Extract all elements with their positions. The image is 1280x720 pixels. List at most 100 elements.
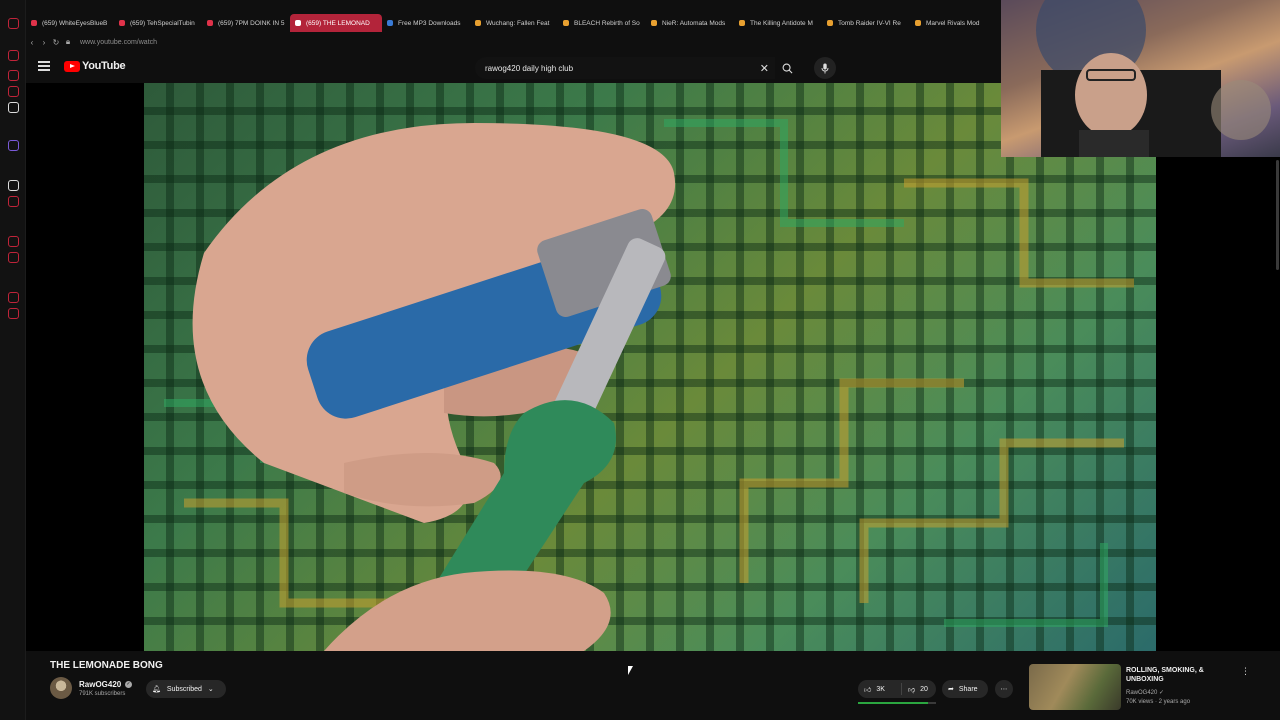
tab-favicon-icon bbox=[387, 20, 393, 26]
subscribed-label: Subscribed bbox=[166, 685, 202, 693]
tab-favicon-icon bbox=[563, 20, 569, 26]
search-query[interactable]: rawog420 daily high club bbox=[485, 64, 573, 73]
thumbs-up-icon: 👍︎ bbox=[864, 686, 872, 694]
browser-sidebar bbox=[0, 0, 26, 720]
tab-favicon-icon bbox=[295, 20, 301, 26]
tab-label: Marvel Rivals Mod bbox=[926, 19, 980, 27]
tab-label: BLEACH Rebirth of So bbox=[574, 19, 640, 27]
tab-label: Tomb Raider IV-VI Re bbox=[838, 19, 901, 27]
browser-tab[interactable]: (659) WhiteEyesBlueB bbox=[26, 14, 114, 32]
recommended-channel[interactable]: RawOG420 ✓ bbox=[1126, 689, 1164, 696]
lock-icon: 🔒︎ bbox=[65, 37, 71, 46]
browser-tab[interactable]: NieR: Automata Mods bbox=[646, 14, 734, 32]
search-input[interactable]: rawog420 daily high club ✕ bbox=[475, 57, 775, 79]
recommended-title[interactable]: ROLLING, SMOKING, & UNBOXING bbox=[1126, 666, 1236, 684]
clear-search-icon[interactable]: ✕ bbox=[760, 62, 769, 75]
recommended-video[interactable]: ROLLING, SMOKING, & UNBOXING RawOG420 ✓ … bbox=[1029, 664, 1279, 710]
browser-tab[interactable]: Tomb Raider IV-VI Re bbox=[822, 14, 910, 32]
tab-active[interactable]: (659) THE LEMONAD bbox=[290, 14, 382, 32]
sidebar-app-icon[interactable] bbox=[8, 86, 19, 97]
browser-tab[interactable]: The Killing Antidote M bbox=[734, 14, 822, 32]
like-count: 3K bbox=[876, 685, 885, 693]
dislike-button[interactable]: 👎︎ 20 bbox=[902, 685, 928, 694]
subscriber-count: 791K subscribers bbox=[79, 691, 126, 697]
share-button[interactable]: ➦ Share bbox=[942, 680, 988, 698]
browser-tab[interactable]: (659) 7PM DOINK IN 5 bbox=[202, 14, 290, 32]
address-bar[interactable]: ‹ › ↻ 🔒︎ www.youtube.com/watch bbox=[26, 34, 1002, 50]
share-label: Share bbox=[958, 685, 978, 693]
webcam-image bbox=[1036, 0, 1271, 157]
share-icon: ➦ bbox=[948, 686, 954, 693]
tab-favicon-icon bbox=[651, 20, 657, 26]
tab-label: (659) 7PM DOINK IN 5 bbox=[218, 19, 285, 27]
channel-name[interactable]: RawOG420 bbox=[79, 680, 121, 689]
forward-icon[interactable]: › bbox=[38, 38, 50, 47]
tab-label: (659) WhiteEyesBlueB bbox=[42, 19, 108, 27]
like-button[interactable]: 👍︎ 3K bbox=[858, 683, 902, 695]
more-actions-button[interactable]: ⋯ bbox=[995, 680, 1013, 698]
voice-search-button[interactable] bbox=[814, 57, 836, 79]
channel-avatar[interactable] bbox=[50, 677, 72, 699]
sidebar-app-icon[interactable] bbox=[8, 236, 19, 247]
subscribed-button[interactable]: 🔔︎ Subscribed ⌄ bbox=[146, 680, 226, 698]
sidebar-app-icon[interactable] bbox=[8, 102, 19, 113]
browser-tab[interactable]: (659) TehSpecialTubin bbox=[114, 14, 202, 32]
youtube-header: YouTube rawog420 daily high club ✕ bbox=[26, 54, 1001, 82]
tab-bar: (659) WhiteEyesBlueB (659) TehSpecialTubi… bbox=[26, 14, 1002, 32]
like-ratio-fill bbox=[858, 702, 929, 704]
sidebar-app-icon[interactable] bbox=[8, 140, 19, 151]
sidebar-app-icon[interactable] bbox=[8, 196, 19, 207]
tab-label: (659) TehSpecialTubin bbox=[130, 19, 195, 27]
bell-icon: 🔔︎ bbox=[152, 686, 161, 693]
recommended-thumbnail[interactable] bbox=[1029, 664, 1121, 710]
sidebar-app-icon[interactable] bbox=[8, 292, 19, 303]
search-button[interactable] bbox=[777, 57, 797, 79]
sidebar-app-icon[interactable] bbox=[8, 252, 19, 263]
verified-icon: ✓ bbox=[1159, 690, 1165, 696]
url-text[interactable]: www.youtube.com/watch bbox=[80, 39, 157, 46]
reload-icon[interactable]: ↻ bbox=[50, 38, 62, 47]
back-icon[interactable]: ‹ bbox=[26, 38, 38, 47]
tab-favicon-icon bbox=[119, 20, 125, 26]
browser-tab[interactable]: BLEACH Rebirth of So bbox=[558, 14, 646, 32]
tab-label: Wuchang: Fallen Feat bbox=[486, 19, 550, 27]
browser-tab[interactable]: Marvel Rivals Mod bbox=[910, 14, 990, 32]
microphone-icon bbox=[821, 63, 829, 73]
verified-icon: ✓ bbox=[125, 681, 132, 688]
mouse-cursor-icon bbox=[628, 666, 636, 675]
video-player[interactable] bbox=[26, 83, 1280, 651]
youtube-play-icon bbox=[64, 60, 80, 72]
sidebar-app-icon[interactable] bbox=[8, 18, 19, 29]
webcam-overlay bbox=[1001, 0, 1280, 157]
sidebar-app-icon[interactable] bbox=[8, 70, 19, 81]
scrollbar[interactable] bbox=[1276, 160, 1279, 270]
search-icon bbox=[782, 63, 792, 73]
youtube-logo[interactable]: YouTube bbox=[64, 60, 126, 72]
browser-tab[interactable]: Wuchang: Fallen Feat bbox=[470, 14, 558, 32]
tab-label: Free MP3 Downloads bbox=[398, 19, 461, 27]
tab-label: The Killing Antidote M bbox=[750, 19, 813, 27]
tab-label: NieR: Automata Mods bbox=[662, 19, 726, 27]
thumbs-down-icon: 👎︎ bbox=[908, 686, 916, 694]
tab-favicon-icon bbox=[915, 20, 921, 26]
youtube-wordmark: YouTube bbox=[82, 60, 126, 72]
recommended-meta: 70K views · 2 years ago bbox=[1126, 699, 1191, 705]
sidebar-app-icon[interactable] bbox=[8, 50, 19, 61]
like-dislike-group: 👍︎ 3K 👎︎ 20 bbox=[858, 680, 936, 698]
like-ratio-bar bbox=[858, 702, 936, 704]
more-vertical-icon[interactable]: ⋮ bbox=[1241, 666, 1250, 677]
tab-favicon-icon bbox=[739, 20, 745, 26]
browser-tab[interactable]: Free MP3 Downloads bbox=[382, 14, 470, 32]
recommended-channel-name: RawOG420 bbox=[1126, 690, 1158, 696]
tab-favicon-icon bbox=[827, 20, 833, 26]
more-horizontal-icon: ⋯ bbox=[1000, 686, 1008, 693]
tab-label: (659) THE LEMONAD bbox=[306, 19, 370, 27]
sidebar-app-icon[interactable] bbox=[8, 308, 19, 319]
video-title: THE LEMONADE BONG bbox=[50, 660, 163, 671]
dislike-count: 20 bbox=[920, 685, 928, 693]
hamburger-menu-icon[interactable] bbox=[38, 61, 50, 71]
sidebar-app-icon[interactable] bbox=[8, 180, 19, 191]
video-frame[interactable] bbox=[144, 83, 1156, 651]
video-content-image bbox=[164, 109, 1144, 651]
screen: (659) WhiteEyesBlueB (659) TehSpecialTubi… bbox=[0, 0, 1280, 720]
